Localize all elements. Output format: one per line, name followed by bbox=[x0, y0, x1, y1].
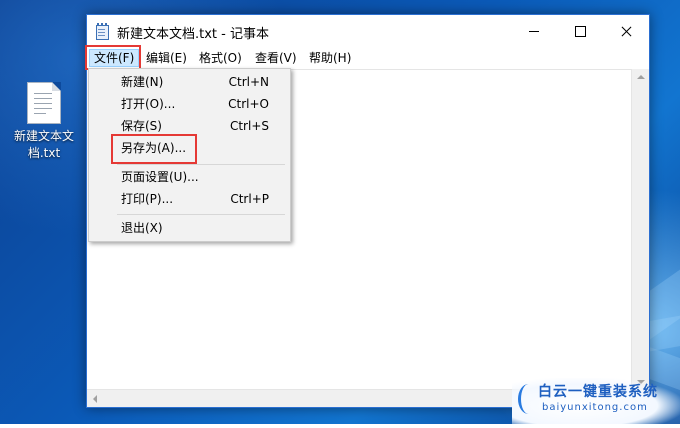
watermark-url: baiyunxitong.com bbox=[542, 402, 648, 413]
maximize-button[interactable] bbox=[557, 15, 603, 47]
save-as-highlight bbox=[111, 134, 197, 164]
text-file-icon bbox=[27, 82, 61, 124]
maximize-icon bbox=[575, 26, 586, 37]
watermark-title: 白云一键重装系统 bbox=[538, 384, 658, 400]
menu-item-open[interactable]: 打开(O)... Ctrl+O bbox=[89, 93, 290, 115]
menu-view[interactable]: 查看(V) bbox=[251, 50, 301, 66]
notepad-icon bbox=[95, 23, 109, 40]
menu-edit[interactable]: 编辑(E) bbox=[142, 50, 191, 66]
desktop-file-icon[interactable]: 新建文本文 档.txt bbox=[6, 80, 82, 162]
menu-separator bbox=[117, 214, 285, 215]
menu-item-new[interactable]: 新建(N) Ctrl+N bbox=[89, 71, 290, 93]
menu-separator bbox=[117, 164, 285, 165]
close-button[interactable] bbox=[603, 15, 649, 47]
scroll-left-icon[interactable] bbox=[93, 395, 97, 403]
minimize-icon bbox=[529, 31, 539, 32]
menu-item-print[interactable]: 打印(P)... Ctrl+P bbox=[89, 188, 290, 210]
scroll-up-icon[interactable] bbox=[637, 75, 645, 79]
window-title: 新建文本文档.txt - 记事本 bbox=[117, 27, 269, 42]
minimize-button[interactable] bbox=[511, 15, 557, 47]
menu-item-page-setup[interactable]: 页面设置(U)... bbox=[89, 166, 290, 188]
menu-format[interactable]: 格式(O) bbox=[195, 50, 246, 66]
watermark-logo-icon bbox=[518, 384, 539, 414]
menu-bar: 文件(F) 编辑(E) 格式(O) 查看(V) 帮助(H) bbox=[87, 47, 649, 69]
title-bar[interactable]: 新建文本文档.txt - 记事本 bbox=[87, 15, 649, 47]
file-menu-highlight bbox=[85, 45, 141, 70]
desktop-file-label: 新建文本文 档.txt bbox=[13, 129, 74, 160]
vertical-scrollbar[interactable] bbox=[631, 69, 649, 390]
menu-help[interactable]: 帮助(H) bbox=[305, 50, 355, 66]
menu-item-exit[interactable]: 退出(X) bbox=[89, 217, 290, 239]
